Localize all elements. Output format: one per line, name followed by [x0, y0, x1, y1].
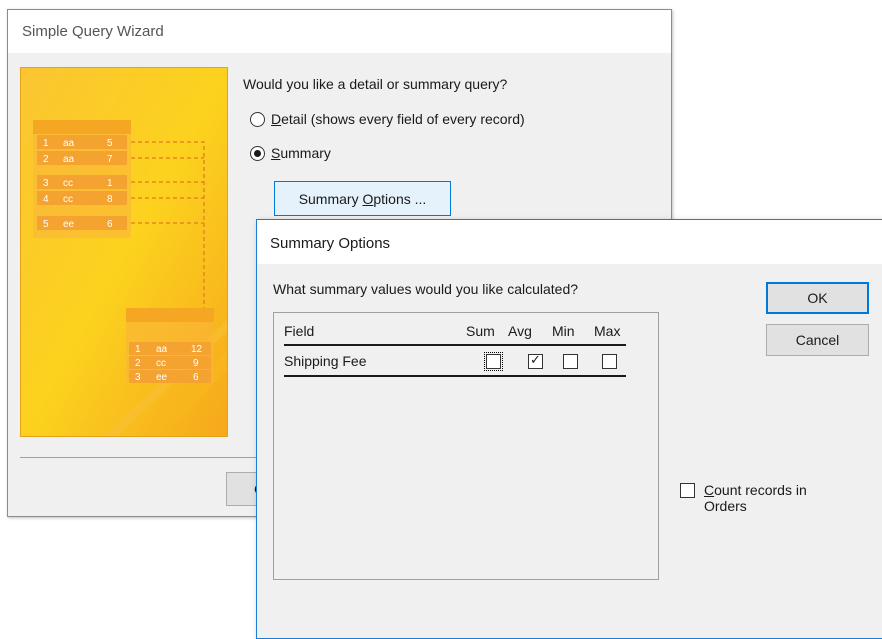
result-row-3-c2: ee [156, 372, 168, 383]
min-checkbox-icon[interactable] [563, 354, 578, 369]
result-row-2-c2: cc [156, 358, 166, 369]
result-row-1-c1: 1 [135, 344, 141, 355]
summary-illustration-graphic: 1 aa 5 2 aa 7 3 cc 1 4 cc 8 5 ee 6 1 aa … [21, 68, 227, 436]
source-row-5-c1: 5 [43, 219, 49, 230]
wizard-illustration: 1 aa 5 2 aa 7 3 cc 1 4 cc 8 5 ee 6 1 aa … [20, 67, 228, 437]
column-header-min: Min [552, 323, 575, 339]
detail-option[interactable]: Detail (shows every field of every recor… [250, 111, 525, 127]
detail-radio-icon[interactable] [250, 111, 265, 127]
column-header-field: Field [284, 323, 315, 339]
wizard-titlebar: Simple Query Wizard [8, 10, 671, 53]
source-row-2-c1: 2 [43, 154, 49, 165]
source-row-3-c1: 3 [43, 178, 49, 189]
source-row-1-c2: aa [63, 138, 75, 149]
header-rule [284, 344, 626, 346]
column-header-max: Max [594, 323, 621, 339]
max-checkbox-icon[interactable] [602, 354, 617, 369]
cancel-button[interactable]: Cancel [766, 324, 869, 356]
source-row-3-c3: 1 [107, 178, 113, 189]
row-rule [284, 375, 626, 377]
query-type-question: Would you like a detail or summary query… [243, 76, 508, 92]
source-row-4-c2: cc [63, 194, 73, 205]
result-row-3-c1: 3 [135, 372, 141, 383]
summary-options-title: Summary Options [270, 235, 391, 252]
field-name-shipping-fee: Shipping Fee [284, 353, 367, 369]
source-row-1-c3: 5 [107, 138, 113, 149]
source-row-3-c2: cc [63, 178, 73, 189]
source-row-5-c2: ee [63, 219, 75, 230]
count-records-checkbox-icon[interactable] [680, 483, 695, 498]
summary-options-titlebar: Summary Options [257, 220, 882, 264]
result-row-1-c3: 12 [191, 344, 203, 355]
sum-checkbox-icon[interactable] [484, 352, 503, 371]
source-row-2-c3: 7 [107, 154, 113, 165]
count-records-label[interactable]: Count records in Orders [704, 482, 844, 514]
summary-radio-icon[interactable] [250, 145, 265, 161]
summary-options-button[interactable]: Summary Options ... [274, 181, 451, 216]
source-row-2-c2: aa [63, 154, 75, 165]
source-row-4-c1: 4 [43, 194, 49, 205]
summary-field-grid: Field Sum Avg Min Max Shipping Fee ✓ [273, 312, 659, 580]
source-row-5-c3: 6 [107, 219, 113, 230]
wizard-title: Simple Query Wizard [22, 23, 164, 40]
source-row-1-c1: 1 [43, 138, 49, 149]
avg-checkbox-icon[interactable]: ✓ [528, 352, 543, 369]
summary-options-dialog: Summary Options What summary values woul… [256, 219, 882, 639]
check-mark-icon: ✓ [530, 352, 541, 367]
ok-button[interactable]: OK [766, 282, 869, 314]
result-row-2-c1: 2 [135, 358, 141, 369]
result-row-2-c3: 9 [193, 358, 199, 369]
count-records-option[interactable]: Count records in Orders [680, 482, 844, 514]
summary-prompt: What summary values would you like calcu… [273, 281, 579, 297]
result-row-1-c2: aa [156, 344, 168, 355]
summary-option[interactable]: Summary [250, 145, 331, 161]
detail-option-label[interactable]: Detail (shows every field of every recor… [271, 111, 525, 127]
source-row-4-c3: 8 [107, 194, 113, 205]
summary-option-label[interactable]: Summary [271, 145, 331, 161]
column-header-sum: Sum [466, 323, 495, 339]
column-header-avg: Avg [508, 323, 532, 339]
result-row-3-c3: 6 [193, 372, 199, 383]
